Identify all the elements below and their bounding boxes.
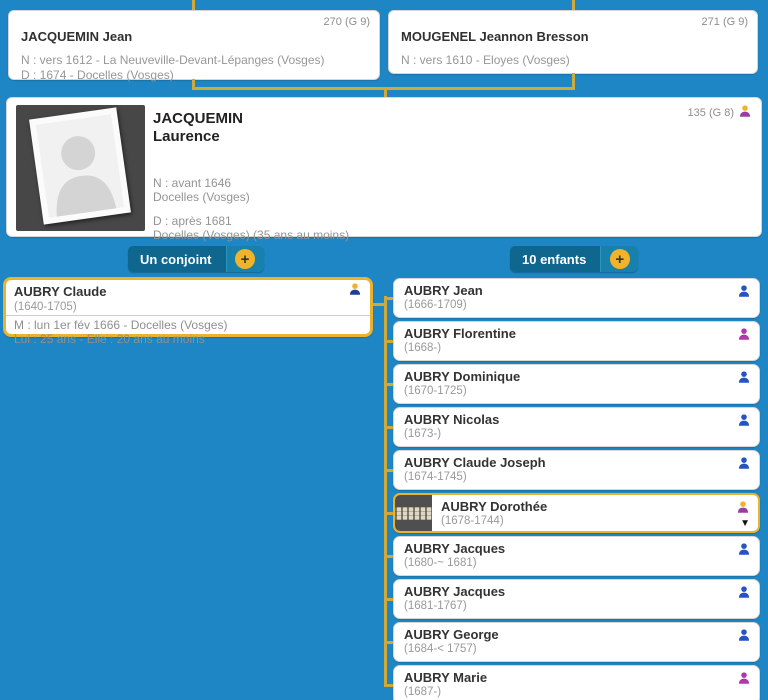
connector-child-tick <box>384 598 393 601</box>
child-name: AUBRY Dorothée <box>441 499 547 514</box>
male-person-icon <box>737 542 751 561</box>
plus-icon: + <box>610 249 630 269</box>
marriage-info: M : lun 1er fév 1666 - Docelles (Vosges) <box>14 318 362 332</box>
female-person-icon <box>737 327 751 346</box>
main-person-name: JACQUEMIN Laurence <box>153 110 243 146</box>
spouse-count-label: Un conjoint <box>128 246 227 272</box>
mother-name: MOUGENEL Jeannon Bresson <box>401 29 747 44</box>
marriage-ages: Lui : 25 ans - Elle : 20 ans au moins <box>14 332 362 346</box>
male-person-icon <box>737 456 751 475</box>
parent-detail-line: N : vers 1610 - Eloyes (Vosges) <box>401 53 747 68</box>
child-photo-thumbnail <box>395 495 432 531</box>
sosa-female-person-icon <box>738 104 752 121</box>
father-details: N : vers 1612 - La Neuveville-Devant-Lép… <box>21 53 369 83</box>
plus-icon: + <box>235 249 255 269</box>
connector-child-tick <box>384 512 393 515</box>
spouse-count-button[interactable]: Un conjoint + <box>128 246 264 272</box>
child-name: AUBRY Dominique <box>404 369 520 384</box>
spouse-name: AUBRY Claude <box>14 284 106 299</box>
child-card[interactable]: AUBRY Dominique(1670-1725) <box>393 364 760 404</box>
caret-down-icon[interactable]: ▼ <box>740 519 750 529</box>
child-dates: (1684-< 1757) <box>404 643 477 655</box>
parent-detail-line: N : vers 1612 - La Neuveville-Devant-Lép… <box>21 53 369 68</box>
father-card[interactable]: 270 (G 9) JACQUEMIN Jean N : vers 1612 -… <box>8 10 380 80</box>
child-name: AUBRY Florentine <box>404 326 516 341</box>
male-person-icon <box>737 284 751 303</box>
child-dates: (1674-1745) <box>404 471 467 483</box>
add-child-button[interactable]: + <box>601 246 638 272</box>
child-card[interactable]: AUBRY Florentine(1668-) <box>393 321 760 361</box>
child-name: AUBRY Marie <box>404 670 487 685</box>
child-dates: (1678-1744) <box>441 515 504 527</box>
child-card[interactable]: AUBRY Dorothée(1678-1744) ▼ <box>393 493 760 533</box>
child-name: AUBRY Claude Joseph <box>404 455 546 470</box>
male-person-icon <box>737 628 751 647</box>
connector-child-tick <box>384 555 393 558</box>
child-card[interactable]: AUBRY Jacques(1681-1767) <box>393 579 760 619</box>
sosa-male-person-icon <box>348 282 362 301</box>
spouse-dates: (1640-1705) <box>14 301 362 313</box>
child-dates: (1673-) <box>404 428 441 440</box>
polaroid-photo <box>29 107 131 224</box>
child-name: AUBRY Jean <box>404 283 483 298</box>
male-person-icon <box>737 413 751 432</box>
connector-child-tick <box>384 340 393 343</box>
child-card[interactable]: AUBRY Jacques(1680-~ 1681) <box>393 536 760 576</box>
connector-spouse-link <box>373 303 387 306</box>
child-dates: (1668-) <box>404 342 441 354</box>
divider <box>6 315 370 316</box>
child-name: AUBRY Jacques <box>404 584 505 599</box>
add-spouse-button[interactable]: + <box>227 246 264 272</box>
connector-child-tick <box>384 426 393 429</box>
mother-ref: 271 (G 9) <box>702 16 748 28</box>
child-name: AUBRY Jacques <box>404 541 505 556</box>
person-silhouette-icon <box>36 114 124 218</box>
child-dates: (1666-1709) <box>404 299 467 311</box>
male-person-icon <box>737 585 751 604</box>
main-person-ref: 135 (G 8) <box>688 107 734 119</box>
connector-child-tick <box>384 383 393 386</box>
child-card[interactable]: AUBRY Nicolas(1673-) <box>393 407 760 447</box>
sosa-female-person-icon <box>736 500 750 519</box>
male-person-icon <box>737 370 751 389</box>
parent-detail-line: D : 1674 - Docelles (Vosges) <box>21 68 369 83</box>
main-person-details: N : avant 1646 Docelles (Vosges) D : apr… <box>153 176 349 242</box>
connector-children-trunk <box>384 296 387 687</box>
father-ref: 270 (G 9) <box>324 16 370 28</box>
connector-child-tick <box>384 469 393 472</box>
child-card[interactable]: AUBRY George(1684-< 1757) <box>393 622 760 662</box>
family-tree-view: 270 (G 9) JACQUEMIN Jean N : vers 1612 -… <box>0 0 768 700</box>
main-person-card: 135 (G 8) JACQUEMIN Laurence N : avant 1… <box>6 97 762 237</box>
connector-child-tick <box>384 297 393 300</box>
mother-card[interactable]: 271 (G 9) MOUGENEL Jeannon Bresson N : v… <box>388 10 758 74</box>
connector-child-tick <box>384 684 393 687</box>
child-dates: (1680-~ 1681) <box>404 557 477 569</box>
child-dates: (1670-1725) <box>404 385 467 397</box>
children-count-label: 10 enfants <box>510 246 601 272</box>
child-card[interactable]: AUBRY Jean(1666-1709) <box>393 278 760 318</box>
child-dates: (1687-) <box>404 686 441 698</box>
children-count-button[interactable]: 10 enfants + <box>510 246 638 272</box>
spouse-card[interactable]: AUBRY Claude (1640-1705) M : lun 1er fév… <box>3 277 373 337</box>
child-name: AUBRY Nicolas <box>404 412 499 427</box>
child-dates: (1681-1767) <box>404 600 467 612</box>
father-name: JACQUEMIN Jean <box>21 29 369 44</box>
child-card[interactable]: AUBRY Marie(1687-) <box>393 665 760 700</box>
mother-details: N : vers 1610 - Eloyes (Vosges) <box>401 53 747 68</box>
child-name: AUBRY George <box>404 627 499 642</box>
female-person-icon <box>737 671 751 690</box>
connector-child-tick <box>384 641 393 644</box>
photo-placeholder[interactable] <box>16 105 145 231</box>
child-card[interactable]: AUBRY Claude Joseph(1674-1745) <box>393 450 760 490</box>
